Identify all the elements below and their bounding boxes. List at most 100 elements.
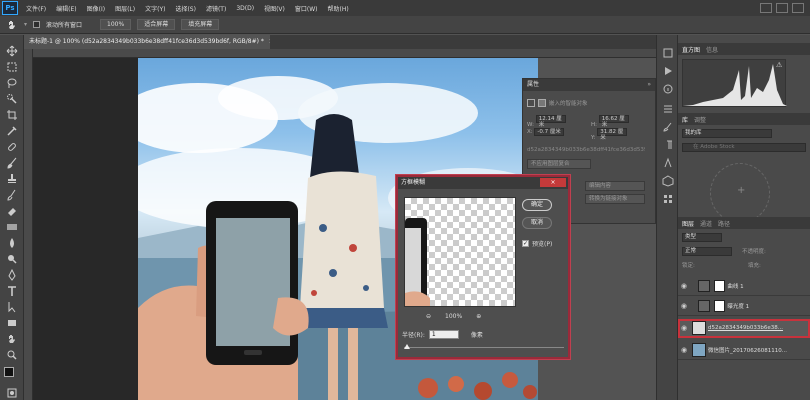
close-tab-icon[interactable]: × (269, 38, 270, 45)
zoom-tool-icon[interactable] (6, 349, 18, 361)
fill-screen-button[interactable]: 填充屏幕 (181, 19, 220, 30)
pen-tool-icon[interactable] (6, 268, 18, 281)
foreground-color-swatch[interactable] (4, 367, 14, 377)
menu-layer[interactable]: 图层(L) (110, 4, 140, 13)
right-panels: 直方图 信息 ⚠ 库 调整 我的库 在 Adobe Stock + 图层 通道 … (678, 35, 810, 400)
smart-object-filename: d52a2834349b033b6e38dff41fce36d3d539 (527, 147, 645, 153)
layer-row[interactable]: ◉ 微信图片_20170626081110... (678, 341, 810, 360)
move-tool-icon[interactable] (6, 45, 18, 57)
layer-comp-select[interactable]: 不应用图层复合 (527, 159, 591, 169)
histogram-warning-icon[interactable]: ⚠ (776, 61, 782, 69)
add-library-icon[interactable]: + (737, 185, 745, 196)
info-icon[interactable] (662, 83, 674, 95)
blend-mode-select[interactable]: 正常 (682, 247, 732, 256)
radius-slider-track[interactable] (404, 347, 564, 348)
menu-help[interactable]: 帮助(H) (323, 4, 354, 13)
quick-mask-icon[interactable] (6, 387, 18, 399)
gradient-tool-icon[interactable] (6, 221, 18, 233)
menu-3d[interactable]: 3D(D) (231, 5, 259, 12)
menu-image[interactable]: 图像(I) (82, 4, 110, 13)
lasso-tool-icon[interactable] (6, 77, 18, 89)
height-field[interactable]: 16.62 厘米 (598, 115, 629, 128)
menu-file[interactable]: 文件(F) (21, 4, 51, 13)
box-blur-dialog: 方框模糊 × ⊖ 100% ⊕ 确定 取消 ✓ 预览(P) 半径(R): 1 像… (396, 175, 570, 359)
visibility-eye-icon[interactable]: ◉ (678, 324, 690, 332)
y-field[interactable]: 31.82 厘米 (597, 128, 628, 141)
actions-play-icon[interactable] (662, 65, 674, 77)
mask-icon[interactable] (538, 99, 546, 107)
zoom-100-button[interactable]: 100% (100, 19, 132, 30)
eyedropper-tool-icon[interactable] (6, 125, 18, 137)
clone-stamp-tool-icon[interactable] (6, 173, 18, 185)
minimize-button[interactable] (760, 3, 772, 13)
ok-button[interactable]: 确定 (522, 199, 552, 211)
visibility-eye-icon[interactable]: ◉ (678, 282, 690, 290)
healing-brush-tool-icon[interactable] (6, 141, 18, 153)
history-icon[interactable] (662, 47, 674, 59)
maximize-button[interactable] (776, 3, 788, 13)
dialog-title-bar: 方框模糊 × (398, 177, 568, 189)
menu-filter[interactable]: 滤镜(T) (201, 4, 231, 13)
menu-type[interactable]: 文字(Y) (140, 4, 170, 13)
marquee-tool-icon[interactable] (6, 61, 18, 73)
layer-row[interactable]: ◉ 曲线 1 (678, 277, 810, 296)
tab-layers[interactable]: 图层 (682, 219, 694, 228)
panel-menu-icon[interactable]: » (647, 79, 651, 91)
preview-option: ✓ 预览(P) (522, 239, 552, 248)
cancel-button[interactable]: 取消 (522, 217, 552, 229)
histogram-graph (682, 59, 787, 107)
swatches-icon[interactable] (662, 193, 674, 205)
tab-library[interactable]: 库 (682, 115, 688, 124)
crop-tool-icon[interactable] (6, 109, 18, 121)
document-tab[interactable]: 未标题-1 @ 100% (d52a2834349b033b6e38dff41f… (24, 35, 270, 49)
brush-settings-icon[interactable] (662, 121, 674, 133)
convert-linked-button[interactable]: 转换为链接对象 (585, 194, 645, 204)
stock-search-input[interactable]: 在 Adobe Stock (682, 143, 806, 152)
fit-screen-button[interactable]: 适合屏幕 (137, 19, 176, 30)
menu-window[interactable]: 窗口(W) (290, 4, 323, 13)
edit-contents-button[interactable]: 编辑内容 (585, 181, 645, 191)
brush-tool-icon[interactable] (6, 157, 18, 169)
visibility-eye-icon[interactable]: ◉ (678, 302, 690, 310)
zoom-in-icon[interactable]: ⊕ (476, 313, 481, 320)
radius-slider-handle[interactable] (404, 344, 410, 349)
dialog-close-button[interactable]: × (540, 178, 566, 187)
hand-tool-icon[interactable] (6, 333, 18, 345)
tab-adjustments[interactable]: 调整 (694, 115, 706, 124)
history-brush-tool-icon[interactable] (6, 189, 18, 201)
library-select[interactable]: 我的库 (682, 129, 772, 138)
layer-row-selected[interactable]: ◉ d52a2834349b033b6e38... (678, 319, 810, 338)
tab-info[interactable]: 信息 (706, 45, 718, 54)
preview-checkbox[interactable]: ✓ (522, 240, 529, 247)
blur-preview[interactable] (404, 197, 516, 307)
properties-title: 属性 (527, 81, 540, 88)
type-tool-icon[interactable] (6, 285, 18, 297)
paragraph-icon[interactable] (662, 139, 674, 151)
menu-edit[interactable]: 编辑(E) (51, 4, 81, 13)
blur-tool-icon[interactable] (6, 237, 18, 249)
close-window-button[interactable] (792, 3, 804, 13)
tab-paths[interactable]: 路径 (718, 219, 730, 228)
x-field[interactable]: -0.7 厘米 (534, 128, 565, 136)
dodge-tool-icon[interactable] (6, 253, 18, 265)
scroll-all-checkbox[interactable] (33, 21, 41, 28)
properties-icon[interactable] (662, 103, 674, 115)
rectangle-tool-icon[interactable] (6, 317, 18, 329)
menu-select[interactable]: 选择(S) (170, 4, 201, 13)
eraser-tool-icon[interactable] (6, 205, 18, 217)
layer-filter-select[interactable]: 类型 (682, 233, 722, 242)
layer-row[interactable]: ◉ 曝光度 1 (678, 297, 810, 316)
width-field[interactable]: 12.14 厘米 (535, 115, 566, 128)
zoom-out-icon[interactable]: ⊖ (426, 313, 431, 320)
3d-icon[interactable] (662, 175, 674, 187)
character-icon[interactable] (662, 157, 674, 169)
tab-histogram[interactable]: 直方图 (682, 45, 700, 54)
quick-select-tool-icon[interactable] (6, 93, 18, 105)
radius-input[interactable]: 1 (428, 330, 459, 339)
hand-tool-icon (9, 20, 15, 29)
tab-channels[interactable]: 通道 (700, 219, 712, 228)
menu-view[interactable]: 视图(V) (259, 4, 290, 13)
lock-label: 锁定: (682, 263, 695, 269)
path-selection-tool-icon[interactable] (6, 301, 18, 313)
visibility-eye-icon[interactable]: ◉ (678, 346, 690, 354)
